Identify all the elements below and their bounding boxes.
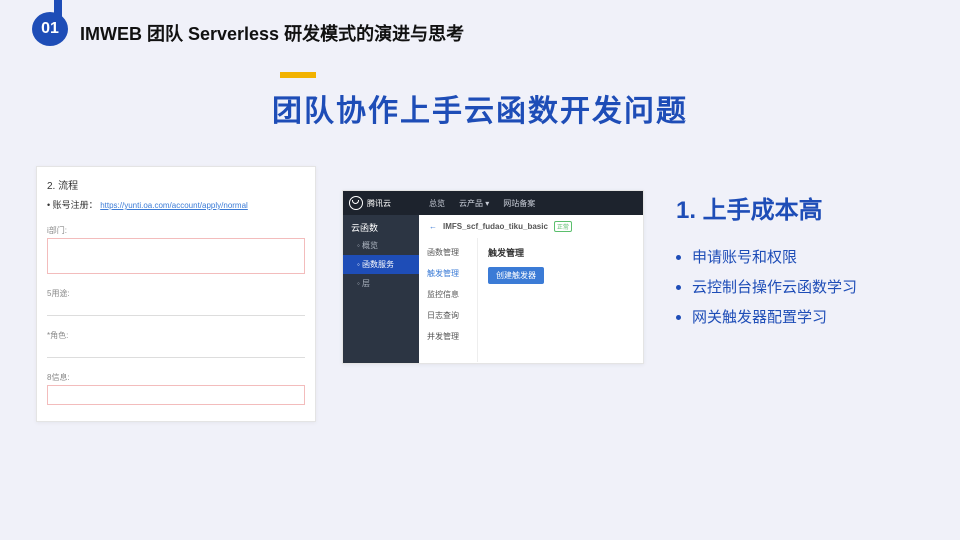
console-brand-bar: 腾讯云 [343, 191, 419, 215]
console-submenu: 函数管理触发管理监控信息日志查询并发管理 [419, 238, 478, 362]
field-input-info[interactable] [47, 385, 305, 405]
console-brand: 腾讯云 [367, 198, 391, 209]
list-item: 申请账号和权限 [676, 243, 857, 273]
field-label-info: 8信息: [47, 372, 305, 383]
field-label-dept: i部门: [47, 225, 305, 236]
form-screenshot: 2. 流程 • 账号注册： https://yunti.oa.com/accou… [36, 166, 316, 422]
console-screenshot: 腾讯云 云函数 ◦ 概览◦ 函数服务◦ 层 总览 云产品 ▾ 网站备案 ← IMFS… [342, 190, 644, 364]
sidebar-item[interactable]: ◦ 层 [343, 274, 419, 293]
topnav-item[interactable]: 网站备案 [503, 198, 535, 209]
tencent-cloud-icon [349, 196, 363, 210]
title-accent [280, 72, 316, 78]
slide: 01 IMWEB 团队 Serverless 研发模式的演进与思考 团队协作上手… [0, 0, 960, 540]
topnav-item[interactable]: 云产品 ▾ [459, 198, 489, 209]
submenu-item[interactable]: 函数管理 [419, 242, 477, 263]
list-item: 网关触发器配置学习 [676, 303, 857, 333]
form-section: 2. 流程 [47, 177, 305, 192]
field-input-role[interactable] [47, 357, 305, 358]
console-main: 触发管理 创建触发器 [478, 238, 643, 362]
list-item: 云控制台操作云函数学习 [676, 273, 857, 303]
console-body: 总览 云产品 ▾ 网站备案 ← IMFS_scf_fudao_tiku_basic … [419, 191, 643, 363]
sidebar-item[interactable]: ◦ 概览 [343, 236, 419, 255]
topnav-item[interactable]: 总览 [429, 198, 445, 209]
sidebar-item[interactable]: ◦ 函数服务 [343, 255, 419, 274]
field-input-usage[interactable] [47, 315, 305, 316]
submenu-item[interactable]: 监控信息 [419, 284, 477, 305]
sidebar-title: 云函数 [343, 215, 419, 236]
register-link[interactable]: https://yunti.oa.com/account/apply/norma… [100, 201, 248, 210]
main-title: 团队协作上手云函数开发问题 [0, 86, 960, 130]
form-bullet-label: 账号注册： [53, 200, 98, 210]
create-trigger-button[interactable]: 创建触发器 [488, 267, 544, 284]
console-main-heading: 触发管理 [488, 246, 633, 259]
console-sidebar: 腾讯云 云函数 ◦ 概览◦ 函数服务◦ 层 [343, 191, 419, 363]
submenu-item[interactable]: 并发管理 [419, 326, 477, 347]
submenu-item[interactable]: 触发管理 [419, 263, 477, 284]
header-title: IMWEB 团队 Serverless 研发模式的演进与思考 [80, 20, 464, 46]
back-icon[interactable]: ← [429, 222, 437, 231]
function-name: IMFS_scf_fudao_tiku_basic [443, 222, 548, 231]
submenu-item[interactable]: 日志查询 [419, 305, 477, 326]
console-topnav: 总览 云产品 ▾ 网站备案 [419, 191, 643, 215]
console-breadcrumb: ← IMFS_scf_fudao_tiku_basic 正常 [419, 215, 643, 238]
field-label-role: *角色: [47, 330, 305, 341]
slide-number: 01 [32, 12, 68, 46]
status-badge: 正常 [554, 221, 572, 232]
form-register-line: • 账号注册： https://yunti.oa.com/account/app… [47, 198, 305, 211]
field-input-dept[interactable] [47, 238, 305, 274]
right-heading: 1. 上手成本高 [676, 190, 857, 225]
right-list: 申请账号和权限云控制台操作云函数学习网关触发器配置学习 [676, 243, 857, 333]
right-block: 1. 上手成本高 申请账号和权限云控制台操作云函数学习网关触发器配置学习 [676, 190, 857, 333]
field-label-usage: 5用途: [47, 288, 305, 299]
